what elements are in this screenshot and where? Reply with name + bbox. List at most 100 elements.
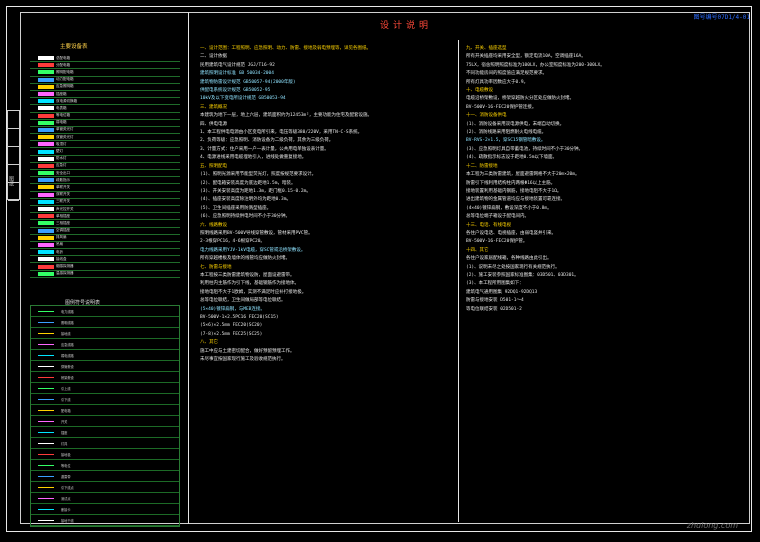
legend-label: 安全出口 xyxy=(56,170,70,175)
legend-row: 三相插座 xyxy=(30,220,180,228)
note-line: 建筑照明设计标准 GB 50034-2004 xyxy=(200,71,274,77)
drawing-number: 图号编号07D1/4-01 xyxy=(693,14,750,21)
symbol-icon xyxy=(31,464,61,466)
legend-symbol-icon xyxy=(38,63,54,68)
note-line: (2)、配电箱安装高度为底边距地1.5m，暗装。 xyxy=(200,180,296,186)
legend-label: 排风扇 xyxy=(56,235,67,240)
legend-symbol-icon xyxy=(38,120,54,125)
legend-row: 电表箱 xyxy=(30,105,180,113)
legend-label: 三相插座 xyxy=(56,220,70,225)
legend-symbol-icon xyxy=(38,250,54,255)
equipment-legend-table: 总配电箱 分配电箱 照明配电箱 动力配电箱 应急照明箱 插座箱 双电源切换箱 电表箱 等电位箱弱… xyxy=(30,55,180,278)
symbol-legend-row: 引下线点 xyxy=(31,482,179,493)
legend-label: 弱电箱 xyxy=(56,120,67,125)
legend-symbol-icon xyxy=(38,192,54,197)
legend-symbol-icon xyxy=(38,242,54,247)
legend-row: 烟感探测器 xyxy=(30,263,180,271)
watermark: zhulong.com xyxy=(686,521,738,530)
legend-row: 吸顶灯 xyxy=(30,141,180,149)
legend-row: 防水灯 xyxy=(30,156,180,163)
legend-symbol-icon xyxy=(38,228,54,233)
symbol-legend-row: 配电箱 xyxy=(31,405,179,416)
symbol-legend-label: 接地干线 xyxy=(61,518,74,523)
note-line: 总等电位端子箱设于配电间内。 xyxy=(466,214,529,220)
symbol-icon xyxy=(31,431,61,433)
legend-symbol-icon xyxy=(38,156,54,161)
note-line: (2)、消防线路采用阻燃耐火电线电缆。 xyxy=(466,130,547,136)
symbol-icon xyxy=(31,332,61,334)
legend-row: 空调插座 xyxy=(30,228,180,235)
legend-row: 单管荧光灯 xyxy=(30,127,180,135)
legend-symbol-icon xyxy=(38,127,54,132)
note-line: (5×40)镀锌扁钢，与MEB连接。 xyxy=(200,306,265,312)
legend-symbol-icon xyxy=(38,70,54,75)
legend-label: 防水灯 xyxy=(56,156,67,161)
legend-label: 双管荧光灯 xyxy=(56,134,74,139)
symbol-legend-label: 避雷带 xyxy=(61,474,71,479)
legend-symbol-icon xyxy=(38,199,54,204)
note-line: 二、设计依据 xyxy=(200,54,227,60)
symbol-icon xyxy=(31,310,61,312)
symbol-legend-row: 照明线路 xyxy=(31,317,179,328)
legend-title: 主要设备表 xyxy=(60,44,88,50)
symbol-icon xyxy=(31,420,61,422)
note-line: 十、电缆敷设 xyxy=(466,88,493,94)
symbol-legend-label: 灯具 xyxy=(61,441,68,446)
legend-label: 分配电箱 xyxy=(56,62,70,67)
legend-symbol-icon xyxy=(38,185,54,190)
legend-symbol-icon xyxy=(38,77,54,82)
note-line: (5×6)×2.5mm FEC20(SC20) xyxy=(200,323,263,329)
note-line: (6)、应急照明持续供电时间不小于30分钟。 xyxy=(200,214,291,220)
symbol-legend-label: 引下线 xyxy=(61,397,71,402)
symbol-legend-label: 弱电线路 xyxy=(61,353,74,358)
legend-row: 等电位箱 xyxy=(30,113,180,120)
legend-label: 电铃 xyxy=(56,249,63,254)
note-line: 十四、其它 xyxy=(466,247,489,253)
note-line: 未尽事宜按国家现行施工及验收规范执行。 xyxy=(200,357,286,363)
note-line: 所有灯具功率因数应大于0.9。 xyxy=(466,79,529,85)
legend-label: 接线盒 xyxy=(56,256,67,261)
legend-label: 照明配电箱 xyxy=(56,69,74,74)
legend-symbol-icon xyxy=(38,214,54,219)
legend-label: 双电源切换箱 xyxy=(56,98,77,103)
design-notes-middle-column: 一、设计范围：工程照明、应急照明、动力、防雷、接地及弱电预埋等，详见各图纸。 二、… xyxy=(200,45,372,364)
legend-label: 等电位箱 xyxy=(56,113,70,118)
note-line: 所有穿越楼板及墙体的线管均应做防火封堵。 xyxy=(200,256,290,262)
legend-label: 应急灯 xyxy=(56,163,67,168)
legend-symbol-icon xyxy=(38,113,54,118)
legend-label: 总配电箱 xyxy=(56,55,70,60)
legend-label: 温感探测器 xyxy=(56,271,74,276)
legend-symbol-icon xyxy=(38,106,54,111)
symbol-legend-label: 引上线 xyxy=(61,386,71,391)
note-line: 2、负荷等级：应急照明、消防设备为二级负荷，其余为三级负荷。 xyxy=(200,138,334,144)
note-line: 本建筑为地下一层，地上六层，建筑面积约为12453m²，主要功能为住宅及配套设施… xyxy=(200,113,372,119)
note-line: 建筑电气通用图集 92DQ1-92DQ13 xyxy=(466,289,538,295)
symbol-icon xyxy=(31,486,61,488)
note-line: 十二、防雷接地 xyxy=(466,163,498,169)
note-line: (4)、插座安装高度除注明外均为距地0.3m。 xyxy=(200,197,291,203)
symbol-legend-row: 引上线 xyxy=(31,383,179,394)
legend-row: 双管荧光灯 xyxy=(30,134,180,142)
symbol-icon xyxy=(31,321,61,323)
legend-row: 三联开关 xyxy=(30,199,180,206)
legend-symbol-icon xyxy=(38,135,54,140)
legend-row: 动力配电箱 xyxy=(30,77,180,84)
symbol-legend-label: 穿管敷设 xyxy=(61,364,74,369)
symbol-legend-row: 避雷带 xyxy=(31,471,179,482)
note-line: 十三、电话、有线电视 xyxy=(466,222,511,228)
symbol-icon xyxy=(31,475,61,477)
legend-row: 安全出口 xyxy=(30,170,180,178)
note-line: 供配电系统设计规范 GB50052-95 xyxy=(200,88,271,94)
note-line: (3)、应急照明灯具自带蓄电池，持续时间不小于30分钟。 xyxy=(466,146,584,152)
legend-row: 弱电箱 xyxy=(30,120,180,127)
symbol-legend-row: 引下线 xyxy=(31,394,179,405)
legend-label: 插座箱 xyxy=(56,91,67,96)
note-line: 防雷与接地安装 D501-1～4 xyxy=(466,298,524,304)
note-line: 电力线路采用YJV-1kV电缆，穿SC管或沿桥架敷设。 xyxy=(200,247,306,253)
legend-label: 动力配电箱 xyxy=(56,77,74,82)
symbol-legend-label: 断接卡 xyxy=(61,507,71,512)
symbol-legend-label: 配电箱 xyxy=(61,408,71,413)
note-line: 施工中应与土建密切配合，做好预留预埋工作。 xyxy=(200,348,295,354)
legend-symbol-icon xyxy=(38,163,54,168)
note-line: 3、计量方式：住户采用一户一表计量，公共用电单独设表计量。 xyxy=(200,146,329,152)
